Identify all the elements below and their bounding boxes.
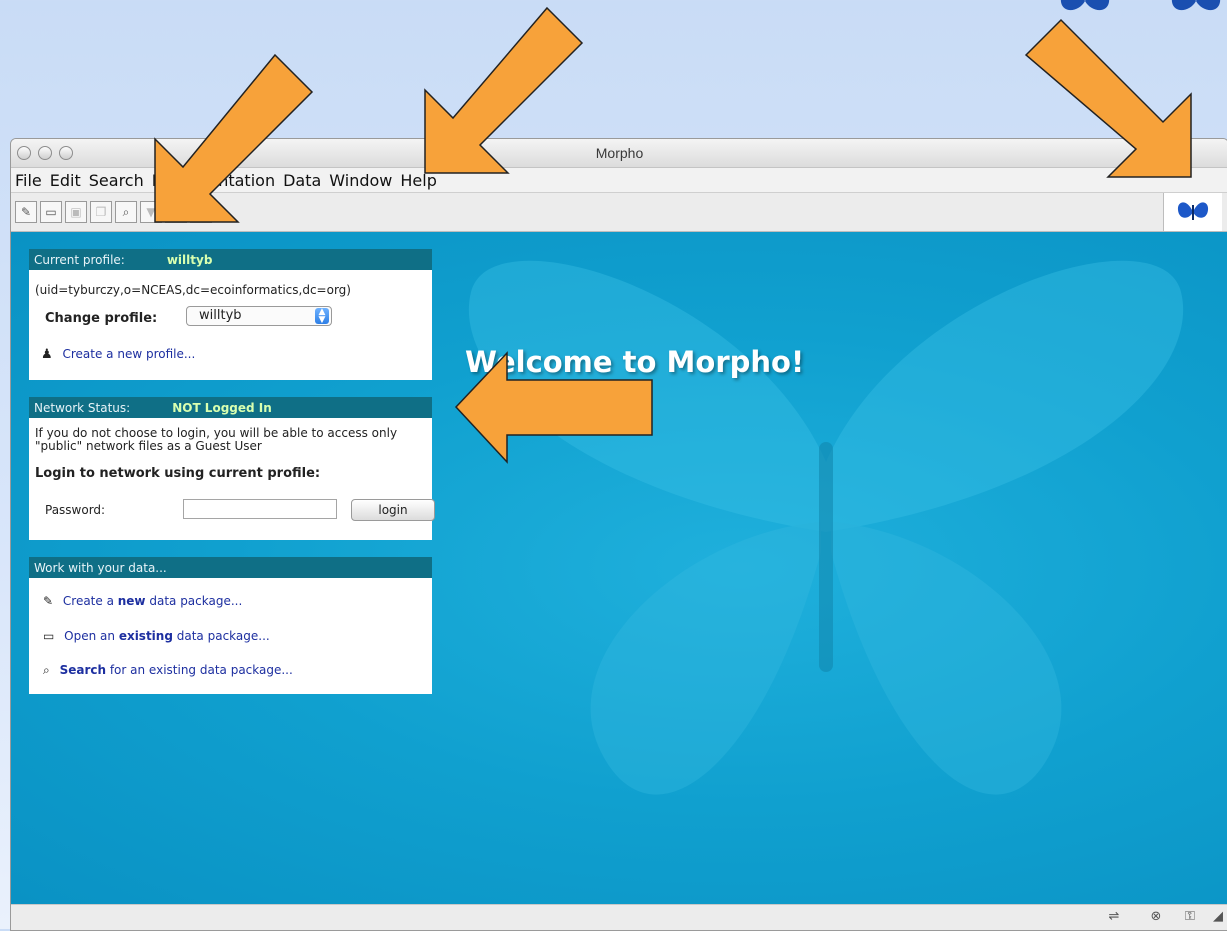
- user-icon: ♟: [41, 347, 53, 362]
- current-profile-label: Current profile:: [34, 252, 125, 267]
- butterfly-logo-icon: [1177, 202, 1209, 220]
- open-link-pre: Open an: [64, 629, 119, 643]
- search-button[interactable]: ⌕: [115, 201, 137, 223]
- filter-button[interactable]: ▼: [140, 201, 162, 223]
- data-panel-header: Work with your data...: [29, 557, 432, 578]
- resize-grip-icon[interactable]: ◢: [1209, 909, 1227, 925]
- profile-select-value: willtyb: [199, 308, 242, 323]
- morpho-logo: [1163, 193, 1222, 231]
- create-link-pre: Create a: [62, 594, 118, 608]
- status-bar: ⇌ ⊗ ⚿ ◢: [11, 904, 1227, 930]
- create-link-bold: new: [117, 594, 146, 608]
- copy-button[interactable]: ❐: [90, 201, 112, 223]
- open-package-row[interactable]: ▭ Open an existing data package...: [43, 629, 270, 643]
- open-package-button[interactable]: ▭: [40, 201, 62, 223]
- welcome-heading: Welcome to Morpho!: [465, 345, 805, 379]
- network-panel: Network Status: NOT Logged In If you do …: [29, 397, 435, 540]
- current-profile-value: willtyb: [166, 252, 213, 267]
- create-package-link[interactable]: Create a new data package...: [63, 594, 242, 608]
- profile-panel-header: Current profile: willtyb: [29, 249, 432, 270]
- slide-butterfly-icon: [1171, 0, 1221, 11]
- create-profile-link[interactable]: Create a new profile...: [62, 347, 195, 361]
- window-title: Morpho: [595, 145, 644, 161]
- open-package-link[interactable]: Open an existing data package...: [64, 629, 270, 643]
- search-package-row[interactable]: ⌕ Search for an existing data package...: [43, 663, 293, 678]
- menu-search[interactable]: Search: [89, 171, 144, 190]
- password-input[interactable]: [183, 499, 337, 519]
- menu-help[interactable]: Help: [400, 171, 436, 190]
- menu-edit[interactable]: Edit: [50, 171, 81, 190]
- open-folder-icon: ▭: [43, 629, 55, 643]
- network-panel-header: Network Status: NOT Logged In: [29, 397, 432, 418]
- title-bar[interactable]: Morpho: [11, 139, 1227, 168]
- network-connection-icon: ⇌: [1108, 909, 1120, 924]
- disconnected-icon: ⊗: [1150, 909, 1162, 924]
- unlock-icon: ⚿: [1185, 909, 1195, 924]
- create-package-row[interactable]: ✎ Create a new data package...: [43, 594, 242, 608]
- document-button[interactable]: ▤: [165, 201, 187, 223]
- menu-window[interactable]: Window: [329, 171, 392, 190]
- login-button[interactable]: login: [351, 499, 435, 521]
- network-status-label: Network Status:: [34, 400, 131, 415]
- save-button[interactable]: ▣: [65, 201, 87, 223]
- menu-data[interactable]: Data: [283, 171, 321, 190]
- search-link-post: for an existing data package...: [106, 663, 293, 677]
- profile-dn: (uid=tyburczy,o=NCEAS,dc=ecoinformatics,…: [35, 283, 351, 297]
- create-profile-row[interactable]: ♟ Create a new profile...: [41, 347, 195, 362]
- menu-documentation[interactable]: Documentation: [152, 171, 275, 190]
- toolbar: ✎ ▭ ▣ ❐ ⌕ ▼ ▤ ⚿: [11, 193, 1227, 232]
- search-package-link[interactable]: Search for an existing data package...: [60, 663, 293, 677]
- open-link-bold: existing: [118, 629, 173, 643]
- new-document-icon: ✎: [43, 594, 54, 608]
- main-content: Welcome to Morpho! Current profile: will…: [11, 232, 1227, 904]
- background-butterfly-icon: [468, 260, 1184, 795]
- network-status-value: NOT Logged In: [172, 400, 272, 415]
- select-arrows-icon: ▲ ▼: [315, 308, 329, 325]
- login-heading: Login to network using current profile:: [35, 466, 321, 481]
- profile-panel: Current profile: willtyb (uid=tyburczy,o…: [29, 249, 432, 380]
- morpho-window: Morpho File Edit Search Documentation Da…: [10, 138, 1227, 931]
- create-link-post: data package...: [145, 594, 243, 608]
- slide-butterfly-icon: [1060, 0, 1110, 11]
- binoculars-icon: ⌕: [43, 663, 50, 677]
- network-note: If you do not choose to login, you will …: [35, 426, 398, 453]
- menu-file[interactable]: File: [15, 171, 42, 190]
- profile-select[interactable]: willtyb ▲ ▼: [186, 306, 332, 326]
- data-panel: Work with your data... ✎ Create a new da…: [29, 557, 432, 694]
- search-link-bold: Search: [59, 663, 107, 677]
- new-package-button[interactable]: ✎: [15, 201, 37, 223]
- lock-button[interactable]: ⚿: [190, 201, 212, 223]
- password-label: Password:: [45, 503, 106, 517]
- data-panel-title: Work with your data...: [34, 560, 167, 575]
- change-profile-label: Change profile:: [45, 311, 158, 326]
- open-link-post: data package...: [172, 629, 270, 643]
- menu-bar: File Edit Search Documentation Data Wind…: [11, 168, 1227, 193]
